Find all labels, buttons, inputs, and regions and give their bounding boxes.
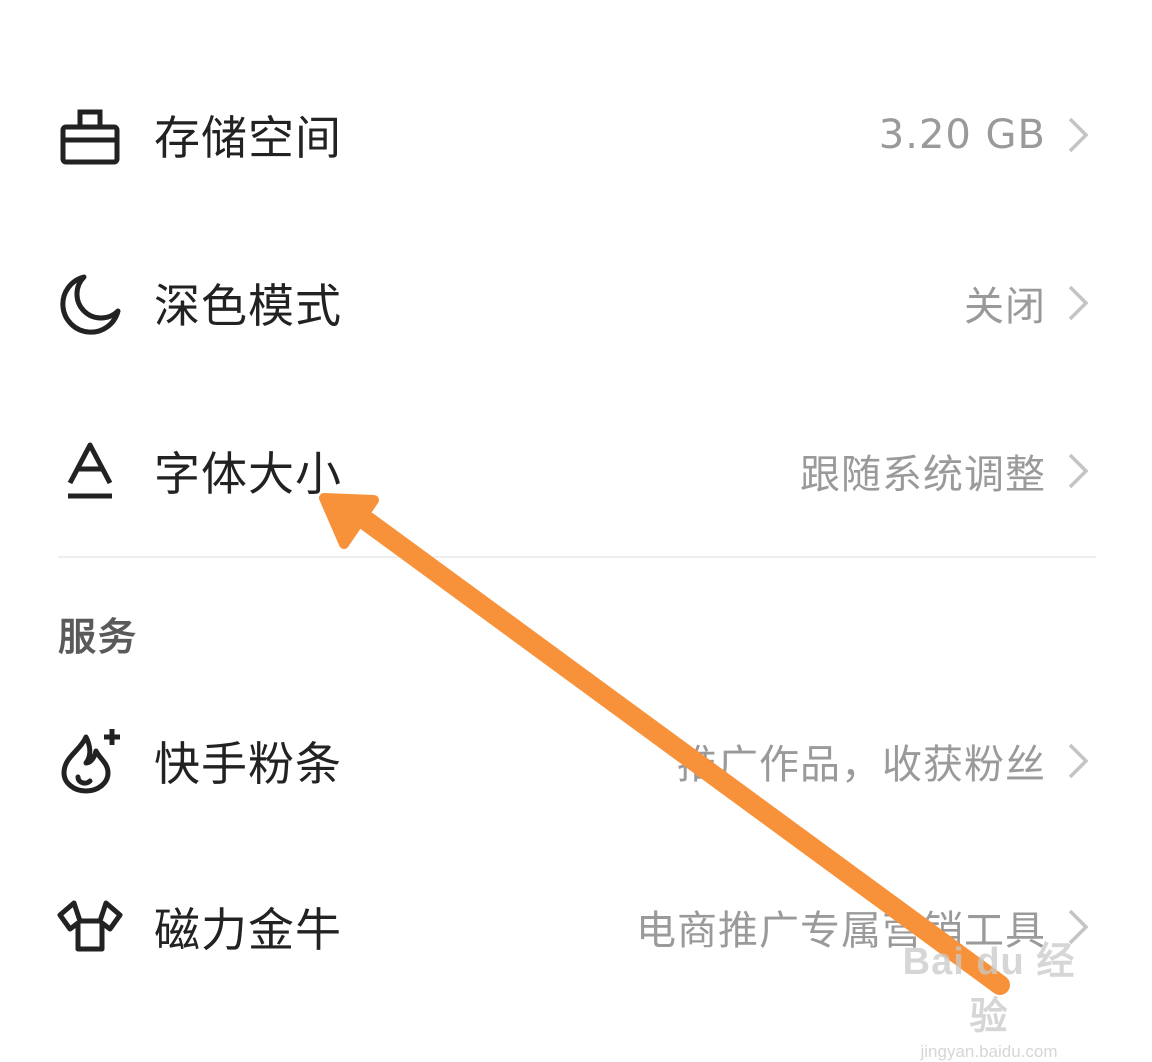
storage-size-value: 3.20 GB [878, 112, 1046, 158]
chevron-right-icon [1064, 739, 1092, 783]
watermark-logo-text: Bai du 经验 [902, 941, 1076, 1038]
toolbox-icon [56, 101, 124, 169]
flame-plus-icon [56, 727, 124, 795]
baidu-jingyan-watermark: Bai du 经验 jingyan.baidu.com [884, 930, 1094, 1061]
settings-row-label: 字体大小 [154, 447, 342, 501]
chevron-right-icon [1064, 281, 1092, 325]
settings-row-font-size[interactable]: 字体大小 跟随系统调整 [58, 416, 1096, 526]
service-row-description: 推广作品，收获粉丝 [677, 742, 1046, 788]
watermark-url: jingyan.baidu.com [920, 1042, 1058, 1061]
settings-row-dark-mode[interactable]: 深色模式 关闭 [58, 248, 1096, 358]
settings-row-storage[interactable]: 存储空间 3.20 GB [58, 80, 1096, 190]
settings-row-label: 存储空间 [154, 111, 342, 165]
settings-row-label: 深色模式 [154, 279, 342, 333]
dark-mode-value: 关闭 [964, 284, 1046, 330]
section-divider [58, 556, 1096, 558]
service-row-label: 磁力金牛 [154, 903, 342, 957]
service-row-kuaishou-fans[interactable]: 快手粉条 推广作品，收获粉丝 [58, 706, 1096, 816]
font-size-value: 跟随系统调整 [800, 452, 1046, 498]
font-size-icon [56, 437, 124, 505]
service-row-label: 快手粉条 [154, 737, 342, 791]
chevron-right-icon [1064, 113, 1092, 157]
moon-icon [56, 269, 124, 337]
bull-icon [56, 893, 124, 961]
chevron-right-icon [1064, 449, 1092, 493]
section-title-services: 服务 [58, 615, 139, 659]
settings-screen: 存储空间 3.20 GB 深色模式 关闭 字体大小 跟随系统调整 服务 快手粉条… [0, 0, 1152, 1061]
